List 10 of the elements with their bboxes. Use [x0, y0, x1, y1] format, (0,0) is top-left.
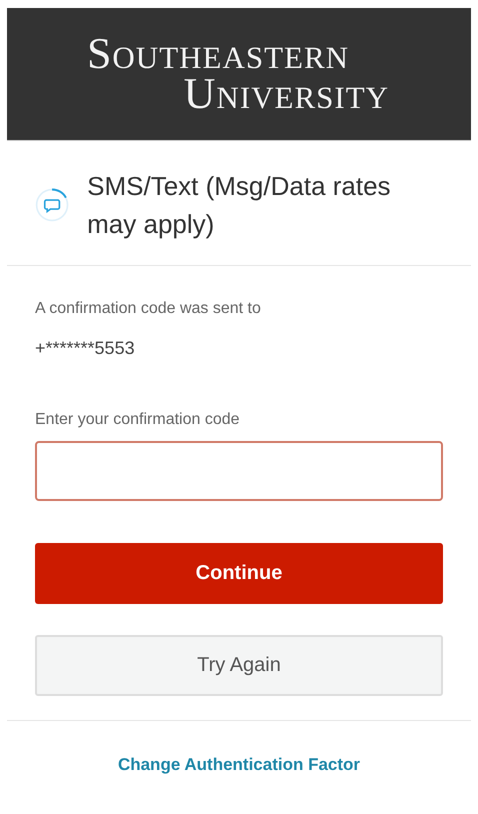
code-input-field[interactable] [35, 441, 443, 501]
change-factor-link[interactable]: Change Authentication Factor [118, 755, 360, 775]
try-again-button[interactable]: Try Again [35, 635, 443, 696]
field-label: Enter your confirmation code [35, 411, 241, 429]
logo-text: Southeastern [86, 34, 350, 74]
method-title: SMS/Text (Msg/Data rates may apply) [87, 170, 392, 241]
message-text: A confirmation code was sent to [35, 300, 262, 318]
logo-text: University [184, 74, 390, 114]
phone-number: +*******5553 [35, 338, 136, 359]
continue-button[interactable]: Continue [35, 543, 443, 604]
